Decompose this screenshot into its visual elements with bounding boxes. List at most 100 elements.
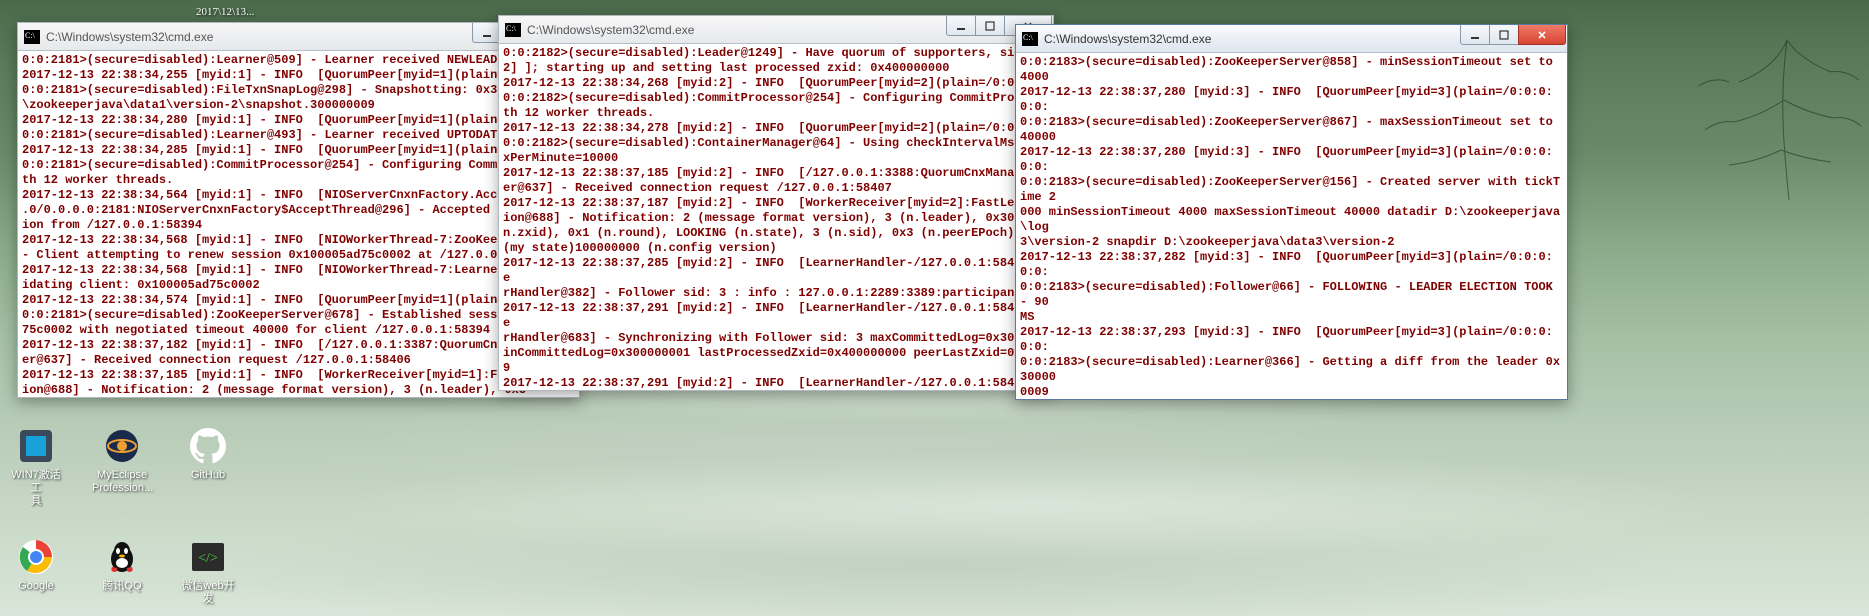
terminal-output[interactable]: 0:0:2183>(secure=disabled):ZooKeeperServ… bbox=[1016, 53, 1567, 399]
minimize-button[interactable] bbox=[946, 16, 976, 36]
cmd-icon bbox=[24, 30, 40, 44]
terminal-line: 0:0:2183>(secure=disabled):ZooKeeperServ… bbox=[1020, 115, 1563, 145]
terminal-line: 0:0:2181>(secure=disabled):CommitProcess… bbox=[22, 158, 575, 173]
terminal-output[interactable]: 0:0:2181>(secure=disabled):Learner@509] … bbox=[18, 51, 579, 397]
terminal-line: er@637] - Received connection request /1… bbox=[503, 181, 1049, 196]
window-title: C:\Windows\system32\cmd.exe bbox=[527, 23, 947, 37]
terminal-line: 9 bbox=[503, 361, 1049, 376]
qq-icon bbox=[102, 537, 142, 577]
terminal-line: 0:0:2182>(secure=disabled):CommitProcess… bbox=[503, 91, 1049, 106]
titlebar[interactable]: C:\Windows\system32\cmd.exe bbox=[1016, 25, 1567, 53]
desktop-icon-wechat-dev[interactable]: </> 微信web开发 bbox=[178, 537, 238, 606]
desktop-shortcut-label: 2017\12\13... bbox=[196, 6, 254, 18]
desktop-icons-row-1: WIN7激活工 具 MyEclipse Profession... GitHub bbox=[6, 426, 238, 508]
terminal-line: 0:0:2181>(secure=disabled):Learner@493] … bbox=[22, 128, 575, 143]
terminal-line: 2017-12-13 22:38:34,255 [myid:1] - INFO … bbox=[22, 68, 575, 83]
terminal-line: 2017-12-13 22:38:37,285 [myid:2] - INFO … bbox=[503, 256, 1049, 286]
terminal-line: 2] ]; starting up and setting last proce… bbox=[503, 61, 1049, 76]
terminal-line: th 12 worker threads. bbox=[22, 173, 575, 188]
desktop-icon-google-chrome[interactable]: Google bbox=[6, 537, 66, 606]
terminal-line: inCommittedLog=0x300000001 lastProcessed… bbox=[503, 346, 1049, 361]
terminal-line: 2017-12-13 22:38:37,291 [myid:2] - INFO … bbox=[503, 376, 1049, 390]
terminal-line: rHandler@382] - Follower sid: 3 : info :… bbox=[503, 286, 1049, 301]
cmd-window-1[interactable]: C:\Windows\system32\cmd.exe 0:0:2181>(se… bbox=[17, 22, 580, 398]
chrome-icon bbox=[16, 537, 56, 577]
close-button[interactable] bbox=[1518, 25, 1566, 45]
cmd-icon bbox=[1022, 32, 1038, 46]
terminal-line: 2017-12-13 22:38:34,268 [myid:2] - INFO … bbox=[503, 76, 1049, 91]
terminal-line: ion@688] - Notification: 2 (message form… bbox=[503, 211, 1049, 226]
titlebar[interactable]: C:\Windows\system32\cmd.exe bbox=[18, 23, 579, 51]
desktop-icon-myeclipse[interactable]: MyEclipse Profession... bbox=[92, 426, 152, 508]
terminal-line: 2017-12-13 22:38:37,280 [myid:3] - INFO … bbox=[1020, 85, 1563, 115]
github-icon bbox=[188, 426, 228, 466]
minimize-button[interactable] bbox=[1460, 25, 1490, 45]
terminal-line: MS bbox=[1020, 310, 1563, 325]
terminal-line: 0:0:2181>(secure=disabled):ZooKeeperServ… bbox=[22, 308, 575, 323]
window-title: C:\Windows\system32\cmd.exe bbox=[1044, 32, 1461, 46]
terminal-line: 0:0:2183>(secure=disabled):Follower@66] … bbox=[1020, 280, 1563, 310]
terminal-output[interactable]: 0:0:2182>(secure=disabled):Leader@1249] … bbox=[499, 44, 1053, 390]
terminal-line: 0:0:2182>(secure=disabled):Leader@1249] … bbox=[503, 46, 1049, 61]
desktop-icons-row-2: Google 腾讯QQ </> 微信web开发 bbox=[6, 537, 238, 606]
terminal-line: 2017-12-13 22:38:34,574 [myid:1] - INFO … bbox=[22, 293, 575, 308]
icon-label: GitHub bbox=[178, 469, 238, 482]
icon-label: WIN7激活工 具 bbox=[6, 469, 66, 508]
terminal-line: 2017-12-13 22:38:34,568 [myid:1] - INFO … bbox=[22, 263, 575, 278]
terminal-line: er@637] - Received connection request /1… bbox=[22, 353, 575, 368]
terminal-line: 2017-12-13 22:38:37,280 [myid:3] - INFO … bbox=[1020, 145, 1563, 175]
code-icon: </> bbox=[188, 537, 228, 577]
terminal-line: 0:0:2181>(secure=disabled):FileTxnSnapLo… bbox=[22, 83, 575, 98]
terminal-line: 75c0002 with negotiated timeout 40000 fo… bbox=[22, 323, 575, 338]
terminal-line: 0009 bbox=[1020, 385, 1563, 399]
cmd-icon bbox=[505, 23, 521, 37]
terminal-line: ion from /127.0.0.1:58394 bbox=[22, 218, 575, 233]
terminal-line: ion@688] - Notification: 2 (message form… bbox=[22, 383, 575, 397]
terminal-line: 2017-12-13 22:38:34,285 [myid:1] - INFO … bbox=[22, 143, 575, 158]
cmd-window-2[interactable]: C:\Windows\system32\cmd.exe 0:0:2182>(se… bbox=[498, 15, 1054, 391]
terminal-line: 2017-12-13 22:38:37,185 [myid:2] - INFO … bbox=[503, 166, 1049, 181]
svg-text:</>: </> bbox=[198, 551, 218, 566]
terminal-line: 2017-12-13 22:38:37,187 [myid:2] - INFO … bbox=[503, 196, 1049, 211]
maximize-button[interactable] bbox=[975, 16, 1005, 36]
terminal-line: 3\version-2 snapdir D:\zookeeperjava\dat… bbox=[1020, 235, 1563, 250]
maximize-button[interactable] bbox=[1489, 25, 1519, 45]
icon-label: Google bbox=[6, 580, 66, 593]
icon-label: 腾讯QQ bbox=[92, 580, 152, 593]
terminal-line: 2017-12-13 22:38:37,293 [myid:3] - INFO … bbox=[1020, 325, 1563, 355]
terminal-line: xPerMinute=10000 bbox=[503, 151, 1049, 166]
terminal-line: 2017-12-13 22:38:37,182 [myid:1] - INFO … bbox=[22, 338, 575, 353]
terminal-line: 2017-12-13 22:38:34,568 [myid:1] - INFO … bbox=[22, 233, 575, 248]
terminal-line: 2017-12-13 22:38:34,564 [myid:1] - INFO … bbox=[22, 188, 575, 203]
terminal-line: (my state)100000000 (n.config version) bbox=[503, 241, 1049, 256]
desktop-icon-github[interactable]: GitHub bbox=[178, 426, 238, 508]
terminal-line: rHandler@683] - Synchronizing with Follo… bbox=[503, 331, 1049, 346]
icon-label: 微信web开发 bbox=[178, 580, 238, 606]
desktop-icon-tencent-qq[interactable]: 腾讯QQ bbox=[92, 537, 152, 606]
terminal-line: n.zxid), 0x1 (n.round), LOOKING (n.state… bbox=[503, 226, 1049, 241]
myeclipse-icon bbox=[102, 426, 142, 466]
terminal-line: 2017-12-13 22:38:37,291 [myid:2] - INFO … bbox=[503, 301, 1049, 331]
terminal-line: 0:0:2181>(secure=disabled):Learner@509] … bbox=[22, 53, 575, 68]
titlebar[interactable]: C:\Windows\system32\cmd.exe bbox=[499, 16, 1053, 44]
generic-app-icon bbox=[16, 426, 56, 466]
cmd-window-3[interactable]: C:\Windows\system32\cmd.exe 0:0:2183>(se… bbox=[1015, 24, 1568, 400]
terminal-line: 2017-12-13 22:38:37,185 [myid:1] - INFO … bbox=[22, 368, 575, 383]
icon-label: MyEclipse Profession... bbox=[92, 469, 152, 495]
desktop-icon-win7-activator[interactable]: WIN7激活工 具 bbox=[6, 426, 66, 508]
window-controls bbox=[1461, 25, 1566, 45]
terminal-line: 0:0:2183>(secure=disabled):Learner@366] … bbox=[1020, 355, 1563, 385]
terminal-line: th 12 worker threads. bbox=[503, 106, 1049, 121]
terminal-line: 0:0:2183>(secure=disabled):ZooKeeperServ… bbox=[1020, 175, 1563, 205]
terminal-line: 0:0:2183>(secure=disabled):ZooKeeperServ… bbox=[1020, 55, 1563, 85]
terminal-line: .0/0.0.0.0:2181:NIOServerCnxnFactory$Acc… bbox=[22, 203, 575, 218]
terminal-line: 000 minSessionTimeout 4000 maxSessionTim… bbox=[1020, 205, 1563, 235]
terminal-line: 0:0:2182>(secure=disabled):ContainerMana… bbox=[503, 136, 1049, 151]
terminal-line: \zookeeperjava\data1\version-2\snapshot.… bbox=[22, 98, 575, 113]
terminal-line: 2017-12-13 22:38:34,278 [myid:2] - INFO … bbox=[503, 121, 1049, 136]
terminal-line: idating client: 0x100005ad75c0002 bbox=[22, 278, 575, 293]
terminal-line: - Client attempting to renew session 0x1… bbox=[22, 248, 575, 263]
terminal-line: 2017-12-13 22:38:34,280 [myid:1] - INFO … bbox=[22, 113, 575, 128]
window-title: C:\Windows\system32\cmd.exe bbox=[46, 30, 473, 44]
terminal-line: 2017-12-13 22:38:37,282 [myid:3] - INFO … bbox=[1020, 250, 1563, 280]
